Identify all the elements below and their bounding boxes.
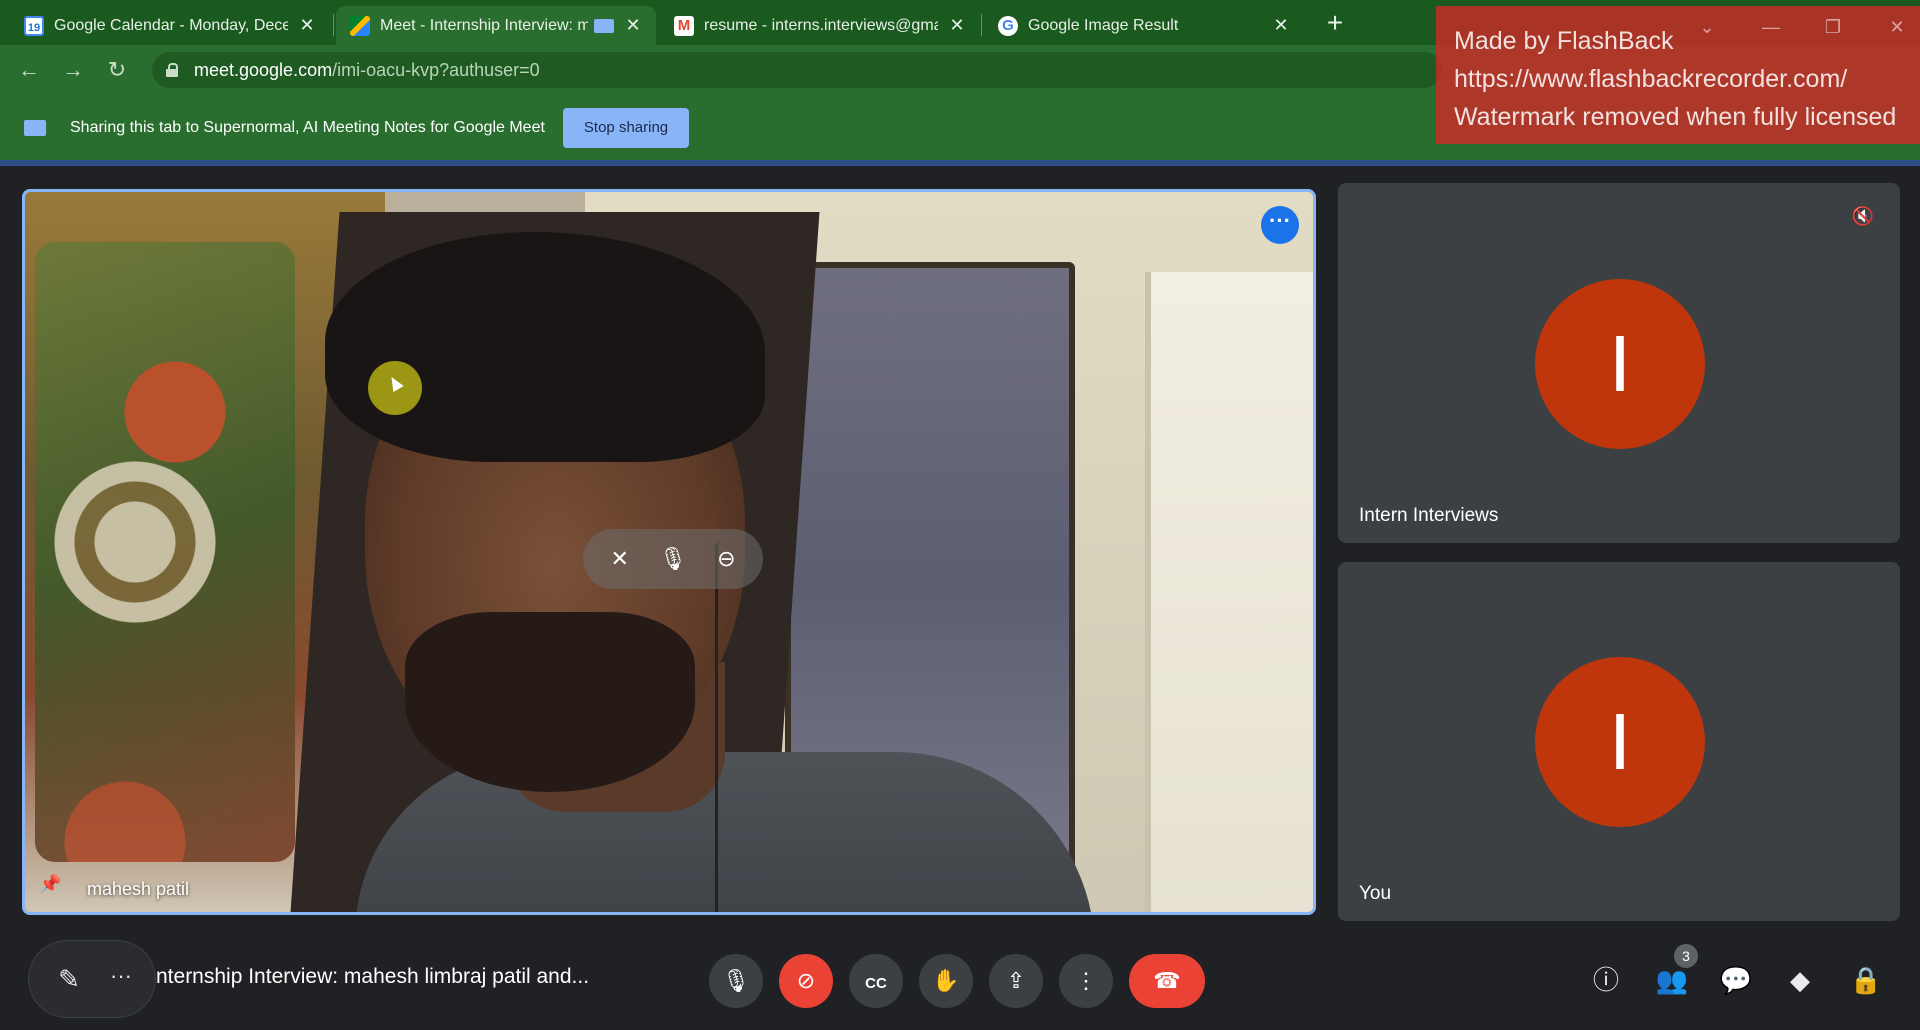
url-host: meet.google.com bbox=[194, 59, 333, 80]
people-icon: 👥 bbox=[1655, 965, 1689, 995]
minimize-icon[interactable]: — bbox=[1756, 14, 1786, 40]
avatar: I bbox=[1535, 657, 1705, 827]
calendar-icon: 19 bbox=[24, 15, 44, 36]
tab-google-calendar[interactable]: 19 Google Calendar - Monday, Decemb ✕ bbox=[10, 6, 330, 45]
pin-icon: 📌 bbox=[39, 874, 62, 894]
captions-icon: CC bbox=[865, 975, 887, 992]
people-count-badge: 3 bbox=[1674, 944, 1698, 968]
people-button[interactable]: 👥 3 bbox=[1648, 944, 1698, 1004]
sharing-message: Sharing this tab to Supernormal, AI Meet… bbox=[70, 118, 545, 136]
gmail-icon: M bbox=[674, 15, 694, 36]
tab-title: Google Calendar - Monday, Decemb bbox=[54, 16, 288, 34]
tab-separator bbox=[981, 14, 982, 36]
activities-button[interactable]: ◆ bbox=[1776, 956, 1824, 1004]
tile-hover-controls: ✕ 🎙 ⊖ bbox=[583, 529, 763, 589]
leave-call-button[interactable]: ☎ bbox=[1129, 954, 1205, 1008]
lock-icon bbox=[166, 63, 178, 77]
chat-button[interactable]: 💬 bbox=[1712, 956, 1760, 1004]
pin-off-icon[interactable]: ✕ bbox=[600, 539, 640, 579]
participant-name: mahesh patil bbox=[87, 879, 190, 899]
present-button[interactable]: ⇪ bbox=[989, 954, 1043, 1008]
new-tab-button[interactable]: + bbox=[1320, 8, 1350, 38]
close-icon[interactable]: ✕ bbox=[624, 15, 642, 36]
tab-title: Google Image Result bbox=[1028, 16, 1179, 34]
participant-tile-intern-interviews[interactable]: 🔇 I Intern Interviews bbox=[1338, 183, 1900, 543]
camera-off-button[interactable]: ⊘ bbox=[779, 954, 833, 1008]
reload-icon[interactable]: ↻ bbox=[102, 55, 132, 85]
info-icon: ⓘ bbox=[1592, 965, 1619, 995]
mic-off-icon: 🔇 bbox=[1851, 206, 1875, 226]
participant-tile-you[interactable]: I You bbox=[1338, 562, 1900, 921]
google-icon: G bbox=[998, 15, 1018, 36]
meet-controls-bar: ✎ ··· nternship Interview: mahesh limbra… bbox=[0, 930, 1920, 1030]
close-icon[interactable]: ✕ bbox=[1272, 15, 1290, 36]
addon-pill[interactable]: ✎ ··· bbox=[28, 940, 156, 1018]
present-screen-icon: ⇪ bbox=[1006, 968, 1026, 993]
more-options-button[interactable]: ⋮ bbox=[1059, 954, 1113, 1008]
close-icon[interactable]: ✕ bbox=[298, 15, 316, 36]
microphone-icon[interactable]: 🎙 bbox=[653, 539, 693, 579]
raise-hand-button[interactable]: ✋ bbox=[919, 954, 973, 1008]
chat-icon: 💬 bbox=[1719, 965, 1753, 995]
participant-name: Intern Interviews bbox=[1359, 505, 1499, 526]
tab-title: resume - interns.interviews@gmail.c bbox=[704, 16, 938, 34]
more-vert-icon: ⋮ bbox=[1075, 968, 1097, 993]
lock-person-icon: 🔒 bbox=[1849, 965, 1883, 995]
screen: 19 Google Calendar - Monday, Decemb ✕ Me… bbox=[0, 0, 1920, 1030]
back-icon[interactable]: ← bbox=[14, 55, 44, 85]
address-bar[interactable]: meet.google.com/imi-oacu-kvp?authuser=0 bbox=[152, 52, 1442, 88]
activities-icon: ◆ bbox=[1790, 965, 1810, 995]
avatar: I bbox=[1535, 279, 1705, 449]
more-options-icon[interactable]: ··· bbox=[1261, 206, 1299, 244]
forward-icon[interactable]: → bbox=[58, 55, 88, 85]
hand-icon: ✋ bbox=[932, 968, 960, 993]
window-close-icon[interactable]: ✕ bbox=[1882, 14, 1912, 40]
close-icon[interactable]: ✕ bbox=[948, 15, 966, 36]
meet-icon bbox=[350, 15, 370, 36]
captions-button[interactable]: CC bbox=[849, 954, 903, 1008]
participant-tile-main[interactable]: ··· ✕ 🎙 ⊖ 📌 mahesh patil bbox=[22, 189, 1316, 915]
tab-title: Meet - Internship Interview: ma bbox=[380, 16, 588, 34]
watermark-line: https://www.flashbackrecorder.com/ bbox=[1454, 65, 1848, 93]
watermark-line: Watermark removed when fully licensed bbox=[1454, 103, 1897, 131]
remove-icon[interactable]: ⊖ bbox=[706, 539, 746, 579]
stop-sharing-button[interactable]: Stop sharing bbox=[562, 107, 690, 148]
recorder-watermark: Made by FlashBack https://www.flashbackr… bbox=[1436, 6, 1920, 144]
meeting-title: nternship Interview: mahesh limbraj pati… bbox=[156, 965, 590, 988]
url-path: /imi-oacu-kvp?authuser=0 bbox=[332, 59, 540, 80]
supernormal-icon[interactable]: ✎ bbox=[51, 961, 87, 997]
screen-share-icon bbox=[24, 119, 46, 136]
divider bbox=[0, 160, 1920, 166]
url-text: meet.google.com/imi-oacu-kvp?authuser=0 bbox=[194, 60, 540, 81]
meeting-details-button[interactable]: ⓘ bbox=[1582, 956, 1630, 1004]
tab-separator bbox=[333, 14, 334, 36]
tab-sharing-icon bbox=[594, 18, 614, 33]
more-icon[interactable]: ··· bbox=[103, 961, 139, 997]
restore-icon[interactable]: ❐ bbox=[1818, 14, 1848, 40]
participant-name: You bbox=[1359, 883, 1392, 904]
host-controls-button[interactable]: 🔒 bbox=[1842, 956, 1890, 1004]
tab-gmail[interactable]: M resume - interns.interviews@gmail.c ✕ bbox=[660, 6, 980, 45]
microphone-icon: 🎙 bbox=[722, 968, 750, 993]
tab-search-icon[interactable]: ⌄ bbox=[1692, 14, 1722, 40]
tab-google-image-result[interactable]: G Google Image Result ✕ bbox=[984, 6, 1304, 45]
tab-meet[interactable]: Meet - Internship Interview: ma ✕ bbox=[336, 6, 656, 45]
microphone-button[interactable]: 🎙 bbox=[709, 954, 763, 1008]
hang-up-icon: ☎ bbox=[1153, 968, 1181, 993]
camera-off-icon: ⊘ bbox=[796, 968, 816, 993]
